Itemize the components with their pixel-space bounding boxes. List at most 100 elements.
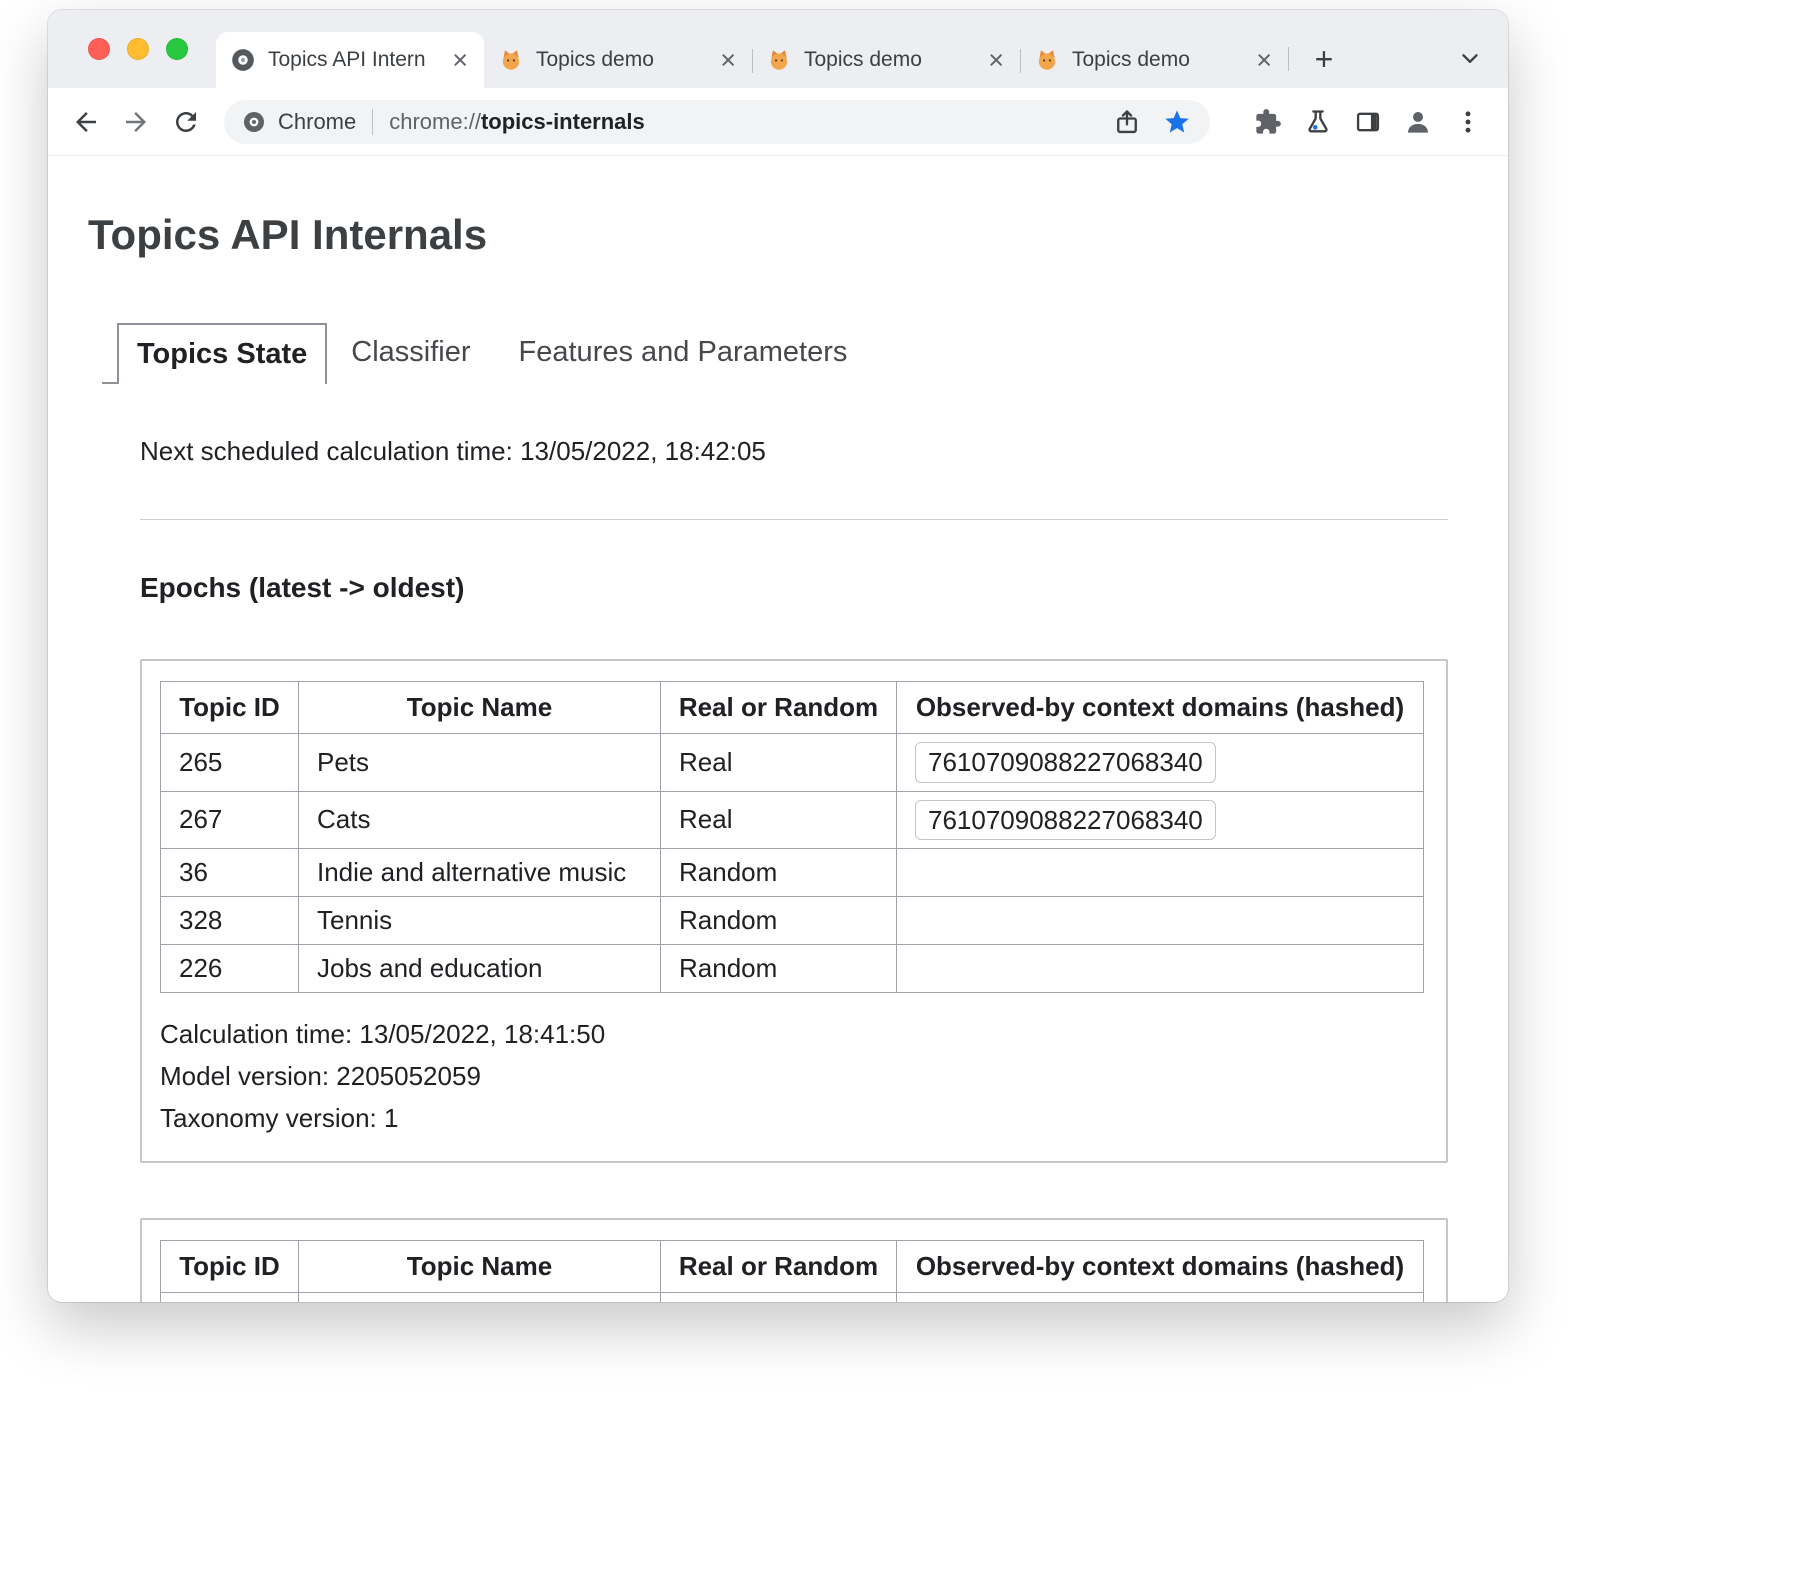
tab-title: Topics demo xyxy=(536,48,710,72)
close-window-button[interactable] xyxy=(88,38,110,60)
close-tab-icon[interactable]: × xyxy=(450,47,470,74)
tab-classifier[interactable]: Classifier xyxy=(327,323,494,384)
tab-strip: Topics API Intern × Topics demo × xyxy=(48,10,1508,88)
labs-flask-icon[interactable] xyxy=(1300,104,1336,140)
cat-favicon-icon xyxy=(498,47,524,73)
topic-name-cell: Pets xyxy=(299,734,661,792)
browser-tab-topics-internals[interactable]: Topics API Intern × xyxy=(216,32,484,88)
epoch-block-latest: Topic ID Topic Name Real or Random Obser… xyxy=(140,659,1448,1163)
real-or-random-cell: Random xyxy=(661,945,897,993)
fullscreen-window-button[interactable] xyxy=(166,38,188,60)
table-row: 123 Printing and publishing Random xyxy=(161,1293,1424,1302)
domains-cell: 7610709088227068340 xyxy=(897,791,1424,849)
topic-name-cell: Indie and alternative music xyxy=(299,849,661,897)
domains-cell xyxy=(897,897,1424,945)
topic-id-cell: 265 xyxy=(161,734,299,792)
topic-name-cell: Jobs and education xyxy=(299,945,661,993)
topics-state-panel: Next scheduled calculation time: 13/05/2… xyxy=(140,436,1448,1302)
reload-icon[interactable] xyxy=(170,106,202,138)
epoch-metadata: Calculation time: 13/05/2022, 18:41:50 M… xyxy=(160,1013,1424,1139)
epoch-block-older: Topic ID Topic Name Real or Random Obser… xyxy=(140,1218,1448,1302)
domains-hash-chip: 7610709088227068340 xyxy=(915,800,1216,841)
page-title: Topics API Internals xyxy=(88,211,1448,259)
real-or-random-header: Real or Random xyxy=(661,682,897,734)
topic-id-cell: 226 xyxy=(161,945,299,993)
observed-domains-header: Observed-by context domains (hashed) xyxy=(897,682,1424,734)
tab-title: Topics demo xyxy=(804,48,978,72)
topic-id-header: Topic ID xyxy=(161,1241,299,1293)
epoch-table: Topic ID Topic Name Real or Random Obser… xyxy=(160,681,1424,993)
topic-name-cell: Tennis xyxy=(299,897,661,945)
browser-tab-topics-demo-3[interactable]: Topics demo × xyxy=(1020,32,1288,88)
topic-name-header: Topic Name xyxy=(299,1241,661,1293)
tab-title: Topics demo xyxy=(1072,48,1246,72)
side-panel-icon[interactable] xyxy=(1350,104,1386,140)
real-or-random-header: Real or Random xyxy=(661,1241,897,1293)
chrome-logo-favicon-icon xyxy=(230,47,256,73)
domains-cell xyxy=(897,1293,1424,1302)
chrome-logo-icon xyxy=(242,110,266,134)
topic-id-cell: 123 xyxy=(161,1293,299,1302)
cat-favicon-icon xyxy=(766,47,792,73)
menu-dots-icon[interactable] xyxy=(1450,104,1486,140)
back-icon[interactable] xyxy=(70,106,102,138)
bookmark-star-icon[interactable] xyxy=(1162,107,1192,137)
browser-tab-topics-demo-2[interactable]: Topics demo × xyxy=(752,32,1020,88)
tab-list-chevron-icon[interactable] xyxy=(1452,40,1488,76)
cat-favicon-icon xyxy=(1034,47,1060,73)
address-bar-chip-label: Chrome xyxy=(278,109,356,135)
model-version: Model version: 2205052059 xyxy=(160,1055,1424,1097)
topic-id-cell: 267 xyxy=(161,791,299,849)
domains-hash-chip: 7610709088227068340 xyxy=(915,742,1216,783)
url-host: topics-internals xyxy=(481,109,645,135)
extensions-icon[interactable] xyxy=(1250,104,1286,140)
new-tab-button[interactable]: + xyxy=(1303,38,1345,80)
address-bar-separator xyxy=(372,109,373,135)
domains-cell xyxy=(897,849,1424,897)
observed-domains-header: Observed-by context domains (hashed) xyxy=(897,1241,1424,1293)
table-row: 328 Tennis Random xyxy=(161,897,1424,945)
calculation-time: Calculation time: 13/05/2022, 18:41:50 xyxy=(160,1013,1424,1055)
real-or-random-cell: Real xyxy=(661,791,897,849)
tab-separator xyxy=(1288,47,1289,71)
divider xyxy=(140,519,1448,520)
close-tab-icon[interactable]: × xyxy=(986,47,1006,74)
real-or-random-cell: Random xyxy=(661,897,897,945)
browser-window: Topics API Intern × Topics demo × xyxy=(48,10,1508,1302)
profile-avatar-icon[interactable] xyxy=(1400,104,1436,140)
taxonomy-version: Taxonomy version: 1 xyxy=(160,1097,1424,1139)
topic-id-cell: 36 xyxy=(161,849,299,897)
tab-title: Topics API Intern xyxy=(268,48,442,72)
topic-name-cell: Cats xyxy=(299,791,661,849)
real-or-random-cell: Random xyxy=(661,849,897,897)
topic-id-cell: 328 xyxy=(161,897,299,945)
internals-tab-bar: Topics State Classifier Features and Par… xyxy=(102,323,1448,384)
domains-cell xyxy=(897,945,1424,993)
tab-topics-state[interactable]: Topics State xyxy=(117,323,327,384)
table-header-row: Topic ID Topic Name Real or Random Obser… xyxy=(161,682,1424,734)
window-controls xyxy=(88,38,188,60)
epoch-table: Topic ID Topic Name Real or Random Obser… xyxy=(160,1240,1424,1302)
topic-name-header: Topic Name xyxy=(299,682,661,734)
real-or-random-cell: Random xyxy=(661,1293,897,1302)
topic-id-header: Topic ID xyxy=(161,682,299,734)
share-icon[interactable] xyxy=(1112,107,1142,137)
close-tab-icon[interactable]: × xyxy=(1254,47,1274,74)
real-or-random-cell: Real xyxy=(661,734,897,792)
table-row: 267 Cats Real 7610709088227068340 xyxy=(161,791,1424,849)
epochs-heading: Epochs (latest -> oldest) xyxy=(140,572,1448,604)
url-scheme: chrome:// xyxy=(389,109,481,135)
browser-tab-topics-demo-1[interactable]: Topics demo × xyxy=(484,32,752,88)
browser-toolbar: Chrome chrome://topics-internals xyxy=(48,88,1508,156)
minimize-window-button[interactable] xyxy=(127,38,149,60)
tab-features-and-parameters[interactable]: Features and Parameters xyxy=(495,323,872,384)
browser-tabs: Topics API Intern × Topics demo × xyxy=(216,10,1345,88)
close-tab-icon[interactable]: × xyxy=(718,47,738,74)
topic-name-cell: Printing and publishing xyxy=(299,1293,661,1302)
page-content: Topics API Internals Topics State Classi… xyxy=(48,156,1508,1302)
table-row: 36 Indie and alternative music Random xyxy=(161,849,1424,897)
forward-icon[interactable] xyxy=(120,106,152,138)
address-bar[interactable]: Chrome chrome://topics-internals xyxy=(224,100,1210,144)
domains-cell: 7610709088227068340 xyxy=(897,734,1424,792)
next-calculation-time: Next scheduled calculation time: 13/05/2… xyxy=(140,436,1448,467)
